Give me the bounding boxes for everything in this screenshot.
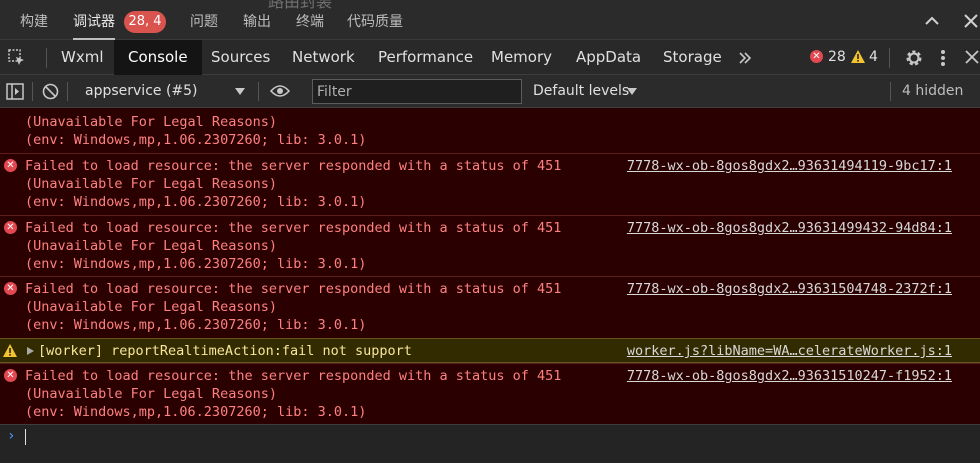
- console-message-error: ✕ Failed to load resource: the server re…: [0, 215, 980, 276]
- warning-icon: [3, 344, 17, 357]
- message-line: Failed to load resource: the server resp…: [25, 220, 562, 236]
- error-icon: ✕: [4, 159, 17, 172]
- console-toolbar: appservice (#5) Default levels 4 hidden: [0, 75, 980, 108]
- ide-panel-tabs: 路由封装 构建 调试器 28, 4 问题 输出 终端 代码质量: [0, 0, 980, 40]
- tab-terminal[interactable]: 终端: [296, 0, 324, 40]
- tab-build[interactable]: 构建: [20, 0, 48, 40]
- devtools-tab-bar: Wxml Console Sources Network Performance…: [0, 40, 980, 75]
- message-line: Failed to load resource: the server resp…: [25, 368, 562, 384]
- text-caret: [25, 429, 26, 445]
- message-line: (Unavailable For Legal Reasons): [25, 299, 277, 315]
- chevron-down-icon[interactable]: [235, 88, 245, 96]
- hidden-count[interactable]: 4 hidden: [902, 75, 963, 108]
- console-prompt[interactable]: ›: [0, 424, 980, 463]
- double-chevron-right-icon[interactable]: [738, 51, 752, 65]
- toolbar-divider: [889, 48, 890, 68]
- close-devtools-icon[interactable]: [964, 49, 980, 65]
- console-message-warning[interactable]: [worker] reportRealtimeAction:fail not s…: [0, 338, 980, 363]
- tab-console[interactable]: Console: [114, 40, 202, 75]
- expand-triangle-icon[interactable]: [27, 347, 34, 355]
- toolbar-divider: [258, 82, 259, 101]
- tab-network[interactable]: Network: [278, 40, 369, 75]
- message-line: (Unavailable For Legal Reasons): [25, 386, 277, 402]
- error-count[interactable]: 28: [828, 40, 846, 75]
- toolbar-divider: [67, 82, 68, 101]
- warning-count[interactable]: 4: [869, 40, 878, 75]
- collapse-panel-icon[interactable]: [923, 12, 941, 30]
- source-link[interactable]: 7778-wx-ob-8gos8gdx2…93631494119-9bc17:1: [627, 157, 952, 175]
- message-line: (env: Windows,mp,1.06.2307260; lib: 3.0.…: [25, 194, 367, 210]
- context-selector[interactable]: appservice (#5): [85, 75, 198, 108]
- tab-performance[interactable]: Performance: [364, 40, 487, 75]
- message-line: (Unavailable For Legal Reasons): [25, 176, 277, 192]
- source-link[interactable]: worker.js?libName=WA…celerateWorker.js:1: [627, 342, 952, 360]
- tab-memory[interactable]: Memory: [477, 40, 566, 75]
- tab-wxml[interactable]: Wxml: [47, 40, 118, 75]
- more-options-icon[interactable]: [940, 48, 946, 68]
- message-line: (env: Windows,mp,1.06.2307260; lib: 3.0.…: [25, 256, 367, 272]
- message-line: [worker] reportRealtimeAction:fail not s…: [38, 343, 412, 359]
- log-levels-dropdown[interactable]: Default levels: [533, 75, 629, 108]
- filter-input[interactable]: [312, 79, 522, 104]
- message-line: (env: Windows,mp,1.06.2307260; lib: 3.0.…: [25, 132, 367, 148]
- error-count-icon: ✕: [810, 50, 823, 63]
- close-panel-icon[interactable]: [962, 12, 980, 30]
- settings-gear-icon[interactable]: [904, 48, 924, 68]
- tab-appdata[interactable]: AppData: [562, 40, 655, 75]
- prompt-chevron-icon: ›: [7, 428, 16, 444]
- tab-code-quality[interactable]: 代码质量: [347, 0, 403, 40]
- chevron-down-icon[interactable]: [627, 88, 637, 96]
- console-message-error: ✕ Failed to load resource: the server re…: [0, 153, 980, 215]
- message-line: (env: Windows,mp,1.06.2307260; lib: 3.0.…: [25, 404, 367, 420]
- toggle-sidebar-icon[interactable]: [6, 83, 24, 100]
- tab-debugger[interactable]: 调试器: [73, 0, 115, 40]
- message-line: (Unavailable For Legal Reasons): [25, 114, 277, 130]
- toolbar-divider: [32, 82, 33, 101]
- message-line: Failed to load resource: the server resp…: [25, 158, 562, 174]
- message-line: (Unavailable For Legal Reasons): [25, 238, 277, 254]
- console-messages: (Unavailable For Legal Reasons) (env: Wi…: [0, 108, 980, 463]
- message-line: (env: Windows,mp,1.06.2307260; lib: 3.0.…: [25, 317, 367, 333]
- source-link[interactable]: 7778-wx-ob-8gos8gdx2…93631510247-f1952:1: [627, 367, 952, 385]
- warning-count-icon: [851, 50, 865, 63]
- tab-output[interactable]: 输出: [243, 0, 271, 40]
- console-message-error: ✕ Failed to load resource: the server re…: [0, 276, 980, 338]
- error-icon: ✕: [4, 221, 17, 234]
- inspect-element-icon[interactable]: [8, 49, 26, 67]
- message-line: Failed to load resource: the server resp…: [25, 281, 562, 297]
- tab-storage[interactable]: Storage: [649, 40, 736, 75]
- toolbar-divider: [890, 82, 891, 101]
- source-link[interactable]: 7778-wx-ob-8gos8gdx2…93631499432-94d84:1: [627, 219, 952, 237]
- console-message-error: ✕ Failed to load resource: the server re…: [0, 363, 980, 425]
- source-link[interactable]: 7778-wx-ob-8gos8gdx2…93631504748-2372f:1: [627, 280, 952, 298]
- error-icon: ✕: [4, 369, 17, 382]
- live-expression-eye-icon[interactable]: [270, 84, 290, 98]
- console-message-partial: (Unavailable For Legal Reasons) (env: Wi…: [0, 108, 980, 153]
- debugger-count-badge: 28, 4: [124, 11, 166, 33]
- error-icon: ✕: [4, 282, 17, 295]
- tab-sources[interactable]: Sources: [197, 40, 284, 75]
- tab-problems[interactable]: 问题: [190, 0, 218, 40]
- clear-console-icon[interactable]: [42, 83, 59, 100]
